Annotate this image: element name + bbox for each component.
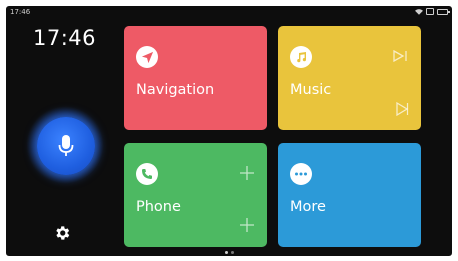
phone-icon-badge xyxy=(136,163,158,185)
wifi-icon xyxy=(415,9,423,15)
page-dot[interactable] xyxy=(230,251,234,254)
page-indicator xyxy=(6,251,452,254)
tile-label-more: More xyxy=(290,199,326,215)
voice-assistant-button[interactable] xyxy=(37,117,95,175)
status-time: 17:46 xyxy=(10,8,31,16)
launcher-screen: 17:46 17:46 Navigation Music Phone More xyxy=(6,6,452,256)
tile-music[interactable]: Music xyxy=(278,26,421,130)
add-icon[interactable] xyxy=(239,165,255,181)
tile-navigation[interactable]: Navigation xyxy=(124,26,267,130)
add-icon[interactable] xyxy=(239,217,255,233)
tile-more[interactable]: More xyxy=(278,143,421,247)
play-icon[interactable] xyxy=(395,102,409,116)
status-icons xyxy=(415,8,450,15)
tile-label-navigation: Navigation xyxy=(136,82,215,98)
music-icon-badge xyxy=(290,46,312,68)
music-note-icon xyxy=(297,52,307,63)
navigation-icon-badge xyxy=(136,46,158,68)
microphone-icon xyxy=(58,135,74,156)
more-dots-icon xyxy=(295,172,307,176)
battery-icon xyxy=(437,8,450,15)
status-bar: 17:46 xyxy=(6,6,452,18)
tile-label-music: Music xyxy=(290,82,332,98)
page-dot[interactable] xyxy=(224,251,228,254)
more-icon-badge xyxy=(290,163,312,185)
tile-phone[interactable]: Phone xyxy=(124,143,267,247)
sim-icon xyxy=(426,8,434,15)
phone-icon xyxy=(142,169,152,179)
tile-label-phone: Phone xyxy=(136,199,181,215)
navigation-arrow-icon xyxy=(141,51,153,63)
gear-icon[interactable] xyxy=(53,224,71,242)
clock-time: 17:46 xyxy=(33,26,97,50)
skip-next-icon[interactable] xyxy=(393,50,409,62)
